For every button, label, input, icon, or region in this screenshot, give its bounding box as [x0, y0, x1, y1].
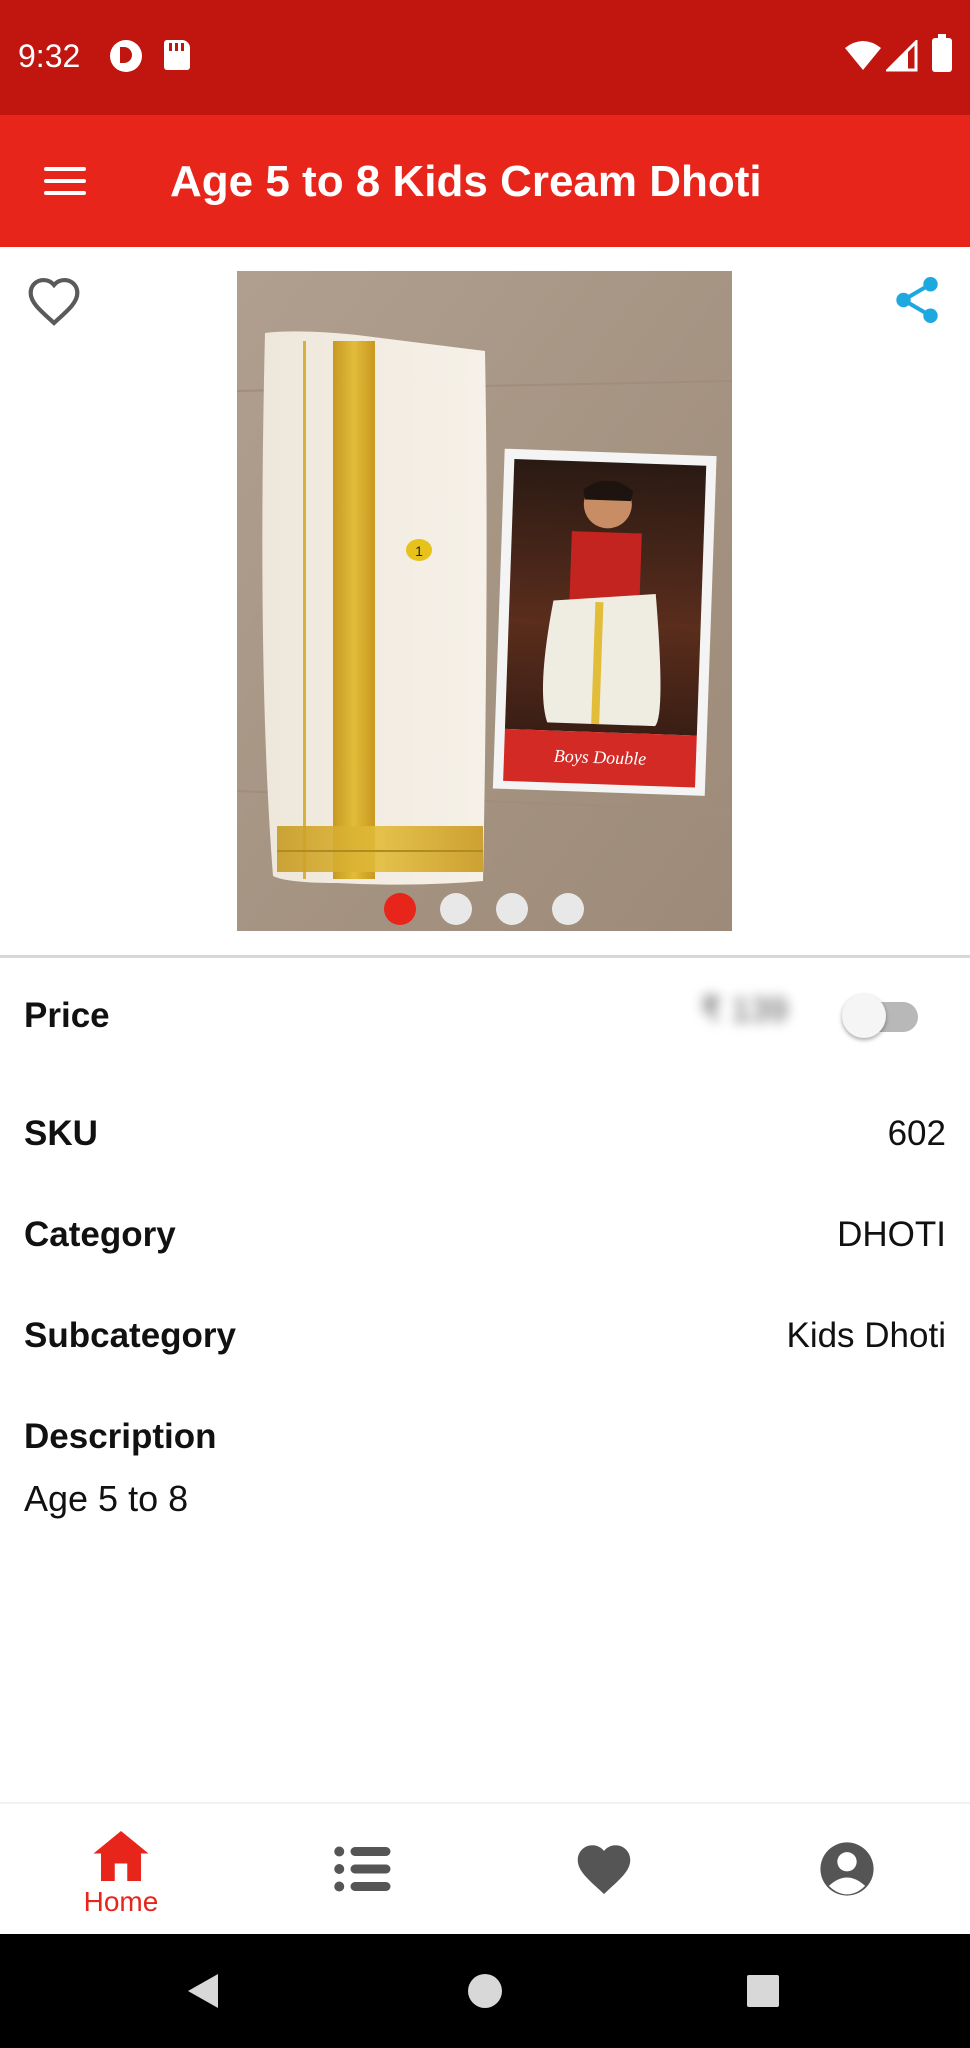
carousel-dot-3[interactable] — [496, 893, 528, 925]
nav-account[interactable] — [726, 1804, 968, 1936]
price-value: ₹ 139 — [700, 991, 788, 1029]
divider — [0, 955, 970, 958]
nav-favorites[interactable] — [484, 1804, 726, 1936]
sd-card-icon — [164, 40, 190, 70]
subcategory-label: Subcategory — [24, 1316, 236, 1355]
recents-icon[interactable] — [746, 1974, 780, 2008]
home-circle-icon[interactable] — [466, 1972, 504, 2010]
tag-number: 1 — [415, 543, 423, 559]
app-notification-icon — [110, 40, 142, 72]
nav-list[interactable] — [242, 1804, 484, 1936]
carousel-dot-4[interactable] — [552, 893, 584, 925]
sku-label: SKU — [24, 1114, 98, 1153]
product-image[interactable]: 1 Boys Double — [237, 271, 732, 931]
heart-icon — [577, 1845, 631, 1894]
price-visibility-toggle[interactable] — [842, 990, 922, 1040]
back-icon[interactable] — [186, 1972, 220, 2010]
card-caption: Boys Double — [553, 746, 646, 769]
price-label: Price — [24, 996, 110, 1035]
nav-home[interactable]: Home — [0, 1804, 242, 1936]
description-text: Age 5 to 8 — [24, 1478, 189, 1519]
carousel-dot-2[interactable] — [440, 893, 472, 925]
carousel-dot-1[interactable] — [384, 893, 416, 925]
battery-icon — [932, 34, 952, 72]
system-navigation-bar — [0, 1934, 970, 2048]
nav-home-label: Home — [83, 1886, 159, 1917]
signal-icon — [886, 40, 918, 72]
page-title: Age 5 to 8 Kids Cream Dhoti — [170, 157, 762, 206]
category-value: DHOTI — [837, 1215, 946, 1254]
status-time: 9:32 — [18, 38, 81, 74]
status-bar: 9:32 — [0, 0, 970, 115]
category-label: Category — [24, 1215, 176, 1254]
wifi-icon — [845, 41, 881, 70]
home-icon — [93, 1831, 149, 1881]
hamburger-menu-icon[interactable] — [40, 159, 92, 203]
app-bar: Age 5 to 8 Kids Cream Dhoti — [0, 115, 970, 247]
share-icon[interactable] — [890, 272, 944, 328]
product-detail-screen: 9:32 Age 5 to 8 Kids Cream Dhoti 1 Boys … — [0, 0, 970, 2048]
description-label: Description — [24, 1417, 217, 1456]
carousel-indicator — [0, 893, 970, 927]
account-icon — [820, 1842, 874, 1896]
sku-value: 602 — [887, 1114, 946, 1153]
heart-outline-icon[interactable] — [26, 274, 82, 330]
list-icon — [334, 1846, 391, 1892]
bottom-navigation: Home — [0, 1802, 970, 1934]
product-photo: 1 Boys Double — [237, 271, 732, 931]
subcategory-value: Kids Dhoti — [786, 1316, 946, 1355]
